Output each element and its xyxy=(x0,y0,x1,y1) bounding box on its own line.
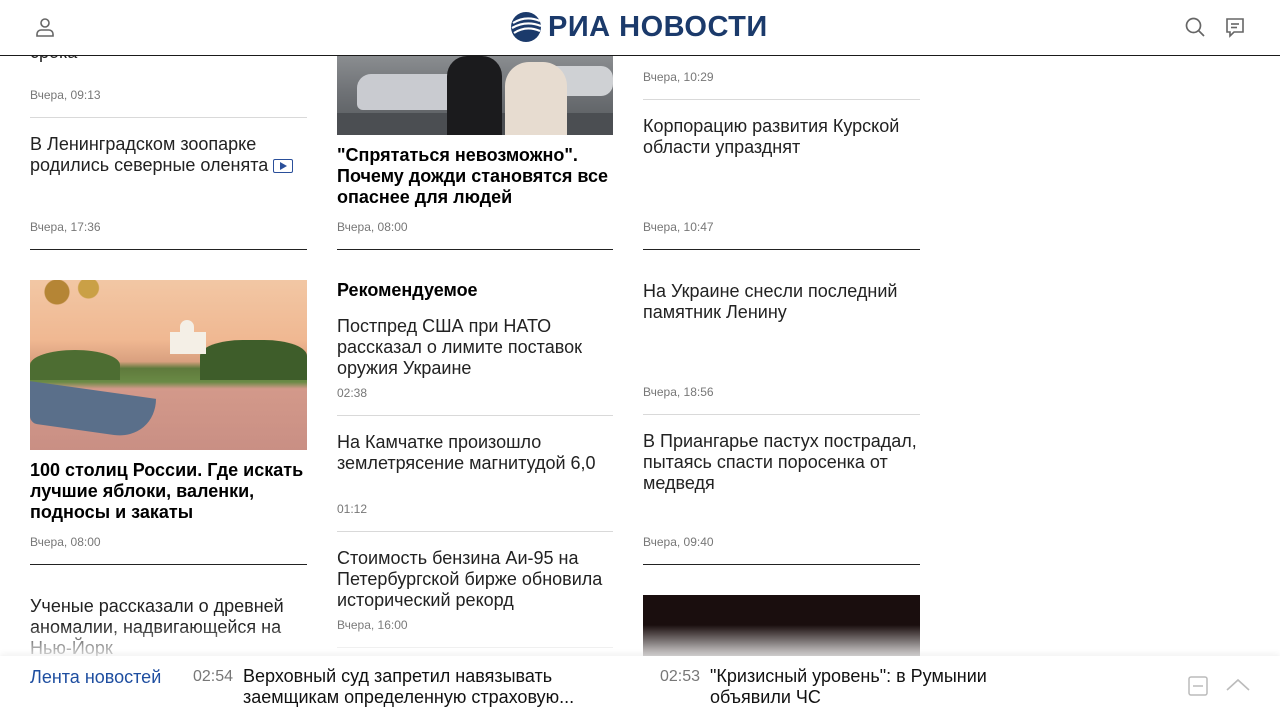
divider xyxy=(643,249,920,250)
divider xyxy=(30,117,307,118)
news-title: Корпорацию развития Курской области упра… xyxy=(643,116,900,157)
divider xyxy=(30,564,307,565)
news-time: Вчера, 10:29 xyxy=(643,70,714,84)
news-time: 02:38 xyxy=(337,386,368,400)
divider xyxy=(30,249,307,250)
news-title: 100 столиц России. Где искать лучшие ябл… xyxy=(30,460,304,522)
news-item[interactable]: В Приангарье пастух пострадал, пытаясь с… xyxy=(643,431,920,494)
divider xyxy=(643,414,920,415)
divider xyxy=(643,99,920,100)
news-image-lake[interactable] xyxy=(30,280,307,450)
divider xyxy=(337,531,613,532)
news-time: 01:12 xyxy=(337,502,368,516)
news-title: "Спрятаться невозможно". Почему дожди ст… xyxy=(337,145,609,207)
divider xyxy=(337,415,613,416)
comments-icon[interactable] xyxy=(1223,15,1247,39)
divider xyxy=(337,249,613,250)
user-icon[interactable] xyxy=(33,15,57,39)
news-title: В Ленинградском зоопарке родились северн… xyxy=(30,134,269,175)
recommended-item[interactable]: На Камчатке произошло землетрясение магн… xyxy=(337,432,613,474)
ticker-item[interactable]: "Кризисный уровень": в Румынии объявили … xyxy=(710,666,1040,708)
logo-globe-icon xyxy=(511,12,542,42)
news-title: На Камчатке произошло землетрясение магн… xyxy=(337,432,596,473)
news-time: Вчера, 08:00 xyxy=(337,220,408,234)
news-item[interactable]: На Украине снесли последний памятник Лен… xyxy=(643,281,920,323)
news-time: Вчера, 09:13 xyxy=(30,88,101,102)
ticker-time: 02:53 xyxy=(660,668,701,685)
recommended-item[interactable]: Постпред США при НАТО рассказал о лимите… xyxy=(337,316,613,379)
news-item[interactable]: В Ленинградском зоопарке родились северн… xyxy=(30,134,307,176)
video-icon xyxy=(273,159,294,173)
ticker-label[interactable]: Лента новостей xyxy=(30,667,161,688)
news-title: Стоимость бензина Аи-95 на Петербургской… xyxy=(337,548,603,610)
ticker-item[interactable]: Верховный суд запретил навязывать заемщи… xyxy=(243,666,623,708)
news-item-featured[interactable]: 100 столиц России. Где искать лучшие ябл… xyxy=(30,460,307,523)
news-title: В Приангарье пастух пострадал, пытаясь с… xyxy=(643,431,917,493)
site-header: РИА НОВОСТИ xyxy=(0,0,1280,56)
site-logo[interactable]: РИА НОВОСТИ xyxy=(510,10,768,44)
news-time: Вчера, 10:47 xyxy=(643,220,714,234)
ticker-time: 02:54 xyxy=(193,668,234,685)
chevron-up-icon[interactable] xyxy=(1226,678,1250,697)
minimize-icon[interactable] xyxy=(1188,676,1208,701)
recommended-heading-wrap: Рекомендуемое xyxy=(337,280,613,301)
news-time: Вчера, 18:56 xyxy=(643,385,714,399)
news-time: Вчера, 08:00 xyxy=(30,535,101,549)
news-title: Постпред США при НАТО рассказал о лимите… xyxy=(337,316,582,378)
news-time: Вчера, 17:36 xyxy=(30,220,101,234)
news-time: Вчера, 09:40 xyxy=(643,535,714,549)
news-item-featured[interactable]: "Спрятаться невозможно". Почему дожди ст… xyxy=(337,145,613,208)
logo-text: РИА НОВОСТИ xyxy=(548,10,768,43)
recommended-heading: Рекомендуемое xyxy=(337,280,478,300)
recommended-item[interactable]: Стоимость бензина Аи-95 на Петербургской… xyxy=(337,548,613,611)
news-ticker: Лента новостей 02:54 Верховный суд запре… xyxy=(0,656,1280,720)
divider xyxy=(643,564,920,565)
search-icon[interactable] xyxy=(1183,15,1207,39)
news-item[interactable]: Корпорацию развития Курской области упра… xyxy=(643,116,920,158)
news-title: На Украине снесли последний памятник Лен… xyxy=(643,281,898,322)
news-image-rain[interactable] xyxy=(337,56,613,135)
scroll-fade xyxy=(0,625,1280,657)
